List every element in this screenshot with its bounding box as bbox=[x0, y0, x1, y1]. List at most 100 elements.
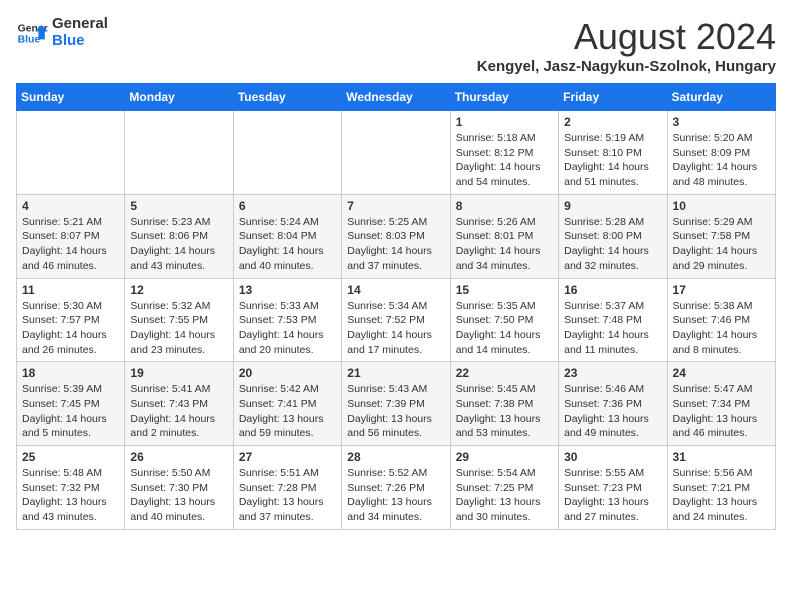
day-info-line: Daylight: 13 hours bbox=[564, 495, 661, 510]
day-info-line: Daylight: 14 hours bbox=[239, 328, 336, 343]
day-number: 1 bbox=[456, 115, 553, 129]
day-info-line: Sunrise: 5:46 AM bbox=[564, 382, 661, 397]
day-number: 15 bbox=[456, 283, 553, 297]
day-info-line: Sunrise: 5:29 AM bbox=[673, 215, 770, 230]
day-info-line: and 34 minutes. bbox=[456, 259, 553, 274]
day-info-line: Daylight: 14 hours bbox=[22, 328, 119, 343]
day-info-line: and 43 minutes. bbox=[22, 510, 119, 525]
calendar-cell-5-7: 31Sunrise: 5:56 AMSunset: 7:21 PMDayligh… bbox=[667, 446, 775, 530]
calendar-cell-2-1: 4Sunrise: 5:21 AMSunset: 8:07 PMDaylight… bbox=[17, 194, 125, 278]
logo: General Blue General Blue bbox=[16, 16, 108, 49]
day-info-line: Sunrise: 5:38 AM bbox=[673, 299, 770, 314]
calendar-cell-5-3: 27Sunrise: 5:51 AMSunset: 7:28 PMDayligh… bbox=[233, 446, 341, 530]
calendar-week-1: 1Sunrise: 5:18 AMSunset: 8:12 PMDaylight… bbox=[17, 111, 776, 195]
day-info-line: and 51 minutes. bbox=[564, 175, 661, 190]
day-number: 21 bbox=[347, 366, 444, 380]
day-info-line: Daylight: 13 hours bbox=[456, 412, 553, 427]
day-info-line: Daylight: 14 hours bbox=[130, 328, 227, 343]
calendar-week-2: 4Sunrise: 5:21 AMSunset: 8:07 PMDaylight… bbox=[17, 194, 776, 278]
day-info-line: Sunset: 7:36 PM bbox=[564, 397, 661, 412]
day-info-line: and 34 minutes. bbox=[347, 510, 444, 525]
title-block: August 2024 Kengyel, Jasz-Nagykun-Szolno… bbox=[477, 16, 776, 75]
day-info-line: Sunrise: 5:25 AM bbox=[347, 215, 444, 230]
weekday-header-tuesday: Tuesday bbox=[233, 84, 341, 111]
day-info-line: Sunset: 8:01 PM bbox=[456, 229, 553, 244]
weekday-header-thursday: Thursday bbox=[450, 84, 558, 111]
day-info-line: Sunrise: 5:54 AM bbox=[456, 466, 553, 481]
day-number: 22 bbox=[456, 366, 553, 380]
day-number: 27 bbox=[239, 450, 336, 464]
day-number: 2 bbox=[564, 115, 661, 129]
day-info-line: Sunrise: 5:52 AM bbox=[347, 466, 444, 481]
day-info-line: Sunset: 8:04 PM bbox=[239, 229, 336, 244]
day-info-line: and 5 minutes. bbox=[22, 426, 119, 441]
calendar-cell-4-1: 18Sunrise: 5:39 AMSunset: 7:45 PMDayligh… bbox=[17, 362, 125, 446]
calendar-cell-3-4: 14Sunrise: 5:34 AMSunset: 7:52 PMDayligh… bbox=[342, 278, 450, 362]
day-info-line: Daylight: 14 hours bbox=[564, 244, 661, 259]
day-info-line: Daylight: 14 hours bbox=[130, 244, 227, 259]
day-info-line: Daylight: 14 hours bbox=[456, 244, 553, 259]
calendar-cell-3-7: 17Sunrise: 5:38 AMSunset: 7:46 PMDayligh… bbox=[667, 278, 775, 362]
day-info-line: Sunrise: 5:42 AM bbox=[239, 382, 336, 397]
calendar-cell-5-6: 30Sunrise: 5:55 AMSunset: 7:23 PMDayligh… bbox=[559, 446, 667, 530]
calendar-title: August 2024 bbox=[477, 16, 776, 58]
day-info-line: Sunset: 7:39 PM bbox=[347, 397, 444, 412]
calendar-cell-4-4: 21Sunrise: 5:43 AMSunset: 7:39 PMDayligh… bbox=[342, 362, 450, 446]
weekday-header-monday: Monday bbox=[125, 84, 233, 111]
day-number: 19 bbox=[130, 366, 227, 380]
calendar-cell-2-7: 10Sunrise: 5:29 AMSunset: 7:58 PMDayligh… bbox=[667, 194, 775, 278]
day-number: 25 bbox=[22, 450, 119, 464]
calendar-week-4: 18Sunrise: 5:39 AMSunset: 7:45 PMDayligh… bbox=[17, 362, 776, 446]
day-info-line: Sunset: 7:38 PM bbox=[456, 397, 553, 412]
day-info-line: Daylight: 13 hours bbox=[22, 495, 119, 510]
day-info-line: Sunset: 7:32 PM bbox=[22, 481, 119, 496]
calendar-cell-5-4: 28Sunrise: 5:52 AMSunset: 7:26 PMDayligh… bbox=[342, 446, 450, 530]
calendar-cell-1-6: 2Sunrise: 5:19 AMSunset: 8:10 PMDaylight… bbox=[559, 111, 667, 195]
calendar-cell-2-3: 6Sunrise: 5:24 AMSunset: 8:04 PMDaylight… bbox=[233, 194, 341, 278]
day-info-line: Sunrise: 5:24 AM bbox=[239, 215, 336, 230]
weekday-header-sunday: Sunday bbox=[17, 84, 125, 111]
day-info-line: and 14 minutes. bbox=[456, 343, 553, 358]
day-info-line: Sunrise: 5:43 AM bbox=[347, 382, 444, 397]
day-info-line: Daylight: 13 hours bbox=[673, 412, 770, 427]
day-info-line: Sunset: 7:50 PM bbox=[456, 313, 553, 328]
day-info-line: Daylight: 14 hours bbox=[22, 244, 119, 259]
weekday-header-row: SundayMondayTuesdayWednesdayThursdayFrid… bbox=[17, 84, 776, 111]
day-info-line: Sunrise: 5:55 AM bbox=[564, 466, 661, 481]
day-info-line: Sunset: 7:21 PM bbox=[673, 481, 770, 496]
calendar-cell-3-6: 16Sunrise: 5:37 AMSunset: 7:48 PMDayligh… bbox=[559, 278, 667, 362]
day-info-line: Sunrise: 5:32 AM bbox=[130, 299, 227, 314]
day-info-line: Sunset: 7:25 PM bbox=[456, 481, 553, 496]
day-info-line: and 48 minutes. bbox=[673, 175, 770, 190]
day-number: 14 bbox=[347, 283, 444, 297]
day-info-line: Sunset: 7:45 PM bbox=[22, 397, 119, 412]
calendar-cell-1-5: 1Sunrise: 5:18 AMSunset: 8:12 PMDaylight… bbox=[450, 111, 558, 195]
day-info-line: Daylight: 13 hours bbox=[239, 412, 336, 427]
calendar-cell-4-5: 22Sunrise: 5:45 AMSunset: 7:38 PMDayligh… bbox=[450, 362, 558, 446]
day-info-line: and 17 minutes. bbox=[347, 343, 444, 358]
logo-general: General bbox=[52, 16, 108, 33]
day-info-line: Sunrise: 5:48 AM bbox=[22, 466, 119, 481]
day-info-line: Daylight: 14 hours bbox=[564, 160, 661, 175]
logo-icon: General Blue bbox=[16, 17, 48, 49]
day-info-line: Daylight: 13 hours bbox=[130, 495, 227, 510]
day-info-line: Sunrise: 5:28 AM bbox=[564, 215, 661, 230]
day-number: 4 bbox=[22, 199, 119, 213]
day-info-line: Sunrise: 5:23 AM bbox=[130, 215, 227, 230]
day-number: 20 bbox=[239, 366, 336, 380]
day-number: 17 bbox=[673, 283, 770, 297]
day-info-line: and 29 minutes. bbox=[673, 259, 770, 274]
calendar-cell-2-5: 8Sunrise: 5:26 AMSunset: 8:01 PMDaylight… bbox=[450, 194, 558, 278]
day-info-line: Sunset: 7:43 PM bbox=[130, 397, 227, 412]
day-info-line: Daylight: 14 hours bbox=[456, 328, 553, 343]
day-info-line: Sunrise: 5:26 AM bbox=[456, 215, 553, 230]
day-info-line: Daylight: 14 hours bbox=[130, 412, 227, 427]
day-number: 13 bbox=[239, 283, 336, 297]
calendar-cell-3-3: 13Sunrise: 5:33 AMSunset: 7:53 PMDayligh… bbox=[233, 278, 341, 362]
day-info-line: and 46 minutes. bbox=[673, 426, 770, 441]
day-info-line: Sunset: 7:55 PM bbox=[130, 313, 227, 328]
calendar-cell-2-4: 7Sunrise: 5:25 AMSunset: 8:03 PMDaylight… bbox=[342, 194, 450, 278]
calendar-cell-3-1: 11Sunrise: 5:30 AMSunset: 7:57 PMDayligh… bbox=[17, 278, 125, 362]
weekday-header-wednesday: Wednesday bbox=[342, 84, 450, 111]
calendar-cell-5-2: 26Sunrise: 5:50 AMSunset: 7:30 PMDayligh… bbox=[125, 446, 233, 530]
